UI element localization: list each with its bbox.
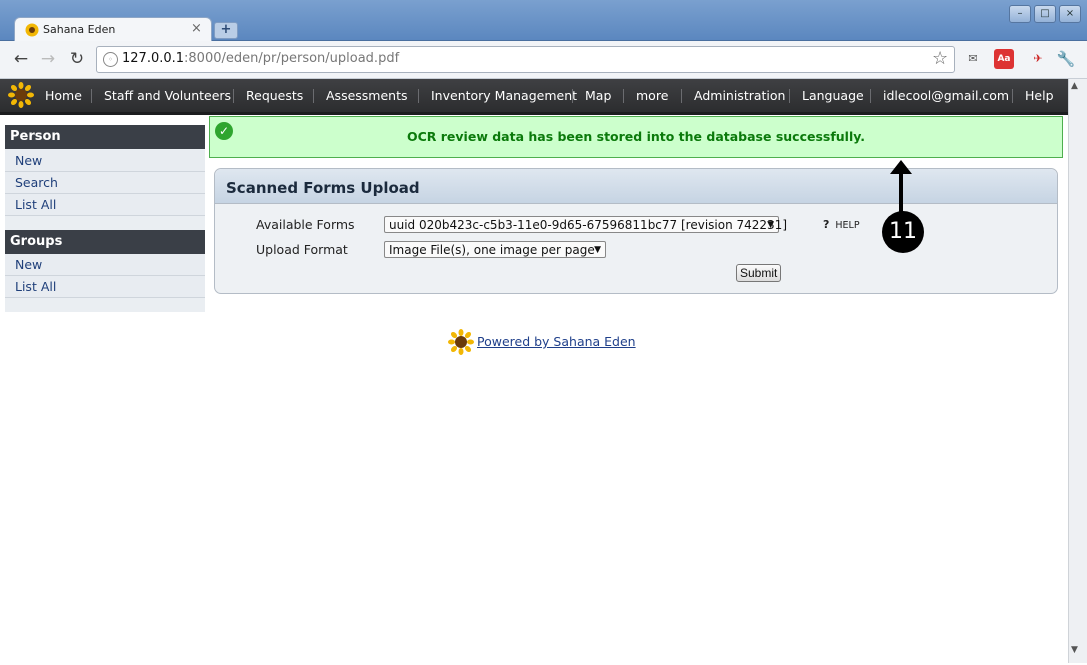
menu-map[interactable]: Map: [585, 88, 611, 103]
menu-user-account[interactable]: idlecool@gmail.com: [883, 88, 1009, 103]
back-arrow-icon[interactable]: ←: [10, 48, 32, 70]
menu-separator: [233, 89, 234, 103]
maximize-button[interactable]: □: [1034, 5, 1056, 23]
window-titlebar: Sahana Eden × + – □ ×: [0, 0, 1087, 42]
vertical-scrollbar[interactable]: ▲ ▼: [1068, 79, 1087, 663]
sunflower-favicon-icon: [25, 23, 39, 37]
menu-home[interactable]: Home: [45, 88, 82, 103]
checkmark-icon: ✓: [215, 122, 233, 140]
url-path: :8000/eden/pr/person/upload.pdf: [184, 51, 400, 66]
menu-requests[interactable]: Requests: [246, 88, 303, 103]
available-forms-value: uuid 020b423c-c5b3-11e0-9d65-67596811bc7…: [389, 218, 787, 232]
upload-format-value: Image File(s), one image per page: [389, 243, 595, 257]
dictionary-extension-icon[interactable]: Aa: [994, 49, 1014, 69]
minimize-button[interactable]: –: [1009, 5, 1031, 23]
submit-button[interactable]: Submit: [736, 264, 782, 282]
help-question-icon: ?: [823, 218, 830, 231]
menu-separator: [1012, 89, 1013, 103]
main-menu-bar: Home Staff and Volunteers Requests Asses…: [0, 79, 1068, 115]
sunflower-footer-icon: [448, 329, 474, 355]
close-window-button[interactable]: ×: [1059, 5, 1081, 23]
panel-title: Scanned Forms Upload: [226, 179, 420, 197]
bookmark-star-icon[interactable]: ☆: [932, 48, 948, 69]
menu-administration[interactable]: Administration: [694, 88, 785, 103]
sidebar-heading-groups: Groups: [5, 230, 205, 254]
sidebar-item-person-search[interactable]: Search: [5, 172, 205, 194]
panel-header: Scanned Forms Upload: [215, 169, 1057, 204]
menu-separator: [789, 89, 790, 103]
menu-separator: [623, 89, 624, 103]
sidebar-item-person-list-all[interactable]: List All: [5, 194, 205, 216]
sidebar: Person New Search List All Groups New Li…: [5, 125, 205, 312]
dropdown-arrow-icon: ▼: [594, 245, 601, 255]
menu-inventory-management[interactable]: Inventory Management: [431, 88, 577, 103]
menu-separator: [572, 89, 573, 103]
upload-format-select[interactable]: Image File(s), one image per page ▼: [384, 241, 606, 258]
menu-separator: [418, 89, 419, 103]
sidebar-item-groups-new[interactable]: New: [5, 254, 205, 276]
success-message-text: OCR review data has been stored into the…: [406, 129, 866, 144]
sidebar-item-groups-list-all[interactable]: List All: [5, 276, 205, 298]
browser-tab[interactable]: Sahana Eden ×: [14, 17, 212, 42]
menu-separator: [313, 89, 314, 103]
menu-assessments[interactable]: Assessments: [326, 88, 408, 103]
menu-separator: [91, 89, 92, 103]
scroll-up-arrow-icon[interactable]: ▲: [1071, 81, 1078, 91]
menu-language[interactable]: Language: [802, 88, 864, 103]
help-label: HELP: [835, 220, 860, 231]
mail-extension-icon[interactable]: ✉: [963, 49, 983, 69]
menu-separator: [870, 89, 871, 103]
wrench-menu-icon[interactable]: 🔧: [1056, 49, 1076, 69]
reload-icon[interactable]: ↻: [66, 48, 88, 70]
address-bar[interactable]: ◦ 127.0.0.1:8000/eden/pr/person/upload.p…: [96, 46, 955, 73]
sidebar-heading-person: Person: [5, 125, 205, 149]
upload-format-label: Upload Format: [256, 242, 348, 257]
browser-toolbar: ← → ↻ ◦ 127.0.0.1:8000/eden/pr/person/up…: [0, 41, 1087, 79]
annotation-number-badge: 11: [882, 211, 924, 253]
tab-close-icon[interactable]: ×: [191, 21, 202, 36]
powered-by-link[interactable]: Powered by Sahana Eden: [477, 334, 636, 349]
globe-icon: ◦: [103, 52, 118, 67]
sunflower-logo-icon[interactable]: [8, 82, 34, 108]
dropdown-arrow-icon: ▼: [767, 220, 774, 230]
menu-help[interactable]: Help: [1025, 88, 1054, 103]
forward-arrow-icon[interactable]: →: [37, 48, 59, 70]
menu-staff-and-volunteers[interactable]: Staff and Volunteers: [104, 88, 231, 103]
help-link[interactable]: ? HELP: [823, 218, 860, 231]
scanned-forms-upload-panel: Scanned Forms Upload Available Forms uui…: [214, 168, 1058, 294]
available-forms-label: Available Forms: [256, 217, 355, 232]
scroll-down-arrow-icon[interactable]: ▼: [1071, 645, 1078, 655]
menu-separator: [681, 89, 682, 103]
available-forms-select[interactable]: uuid 020b423c-c5b3-11e0-9d65-67596811bc7…: [384, 216, 787, 233]
success-message: OCR review data has been stored into the…: [209, 116, 1063, 158]
sidebar-item-person-new[interactable]: New: [5, 150, 205, 172]
menu-more[interactable]: more: [636, 88, 668, 103]
url-host: 127.0.0.1: [122, 51, 185, 66]
bird-extension-icon[interactable]: ✈: [1028, 49, 1048, 69]
url-text[interactable]: 127.0.0.1:8000/eden/pr/person/upload.pdf: [122, 51, 399, 66]
tab-title: Sahana Eden: [43, 23, 116, 36]
new-tab-button[interactable]: +: [214, 22, 238, 39]
